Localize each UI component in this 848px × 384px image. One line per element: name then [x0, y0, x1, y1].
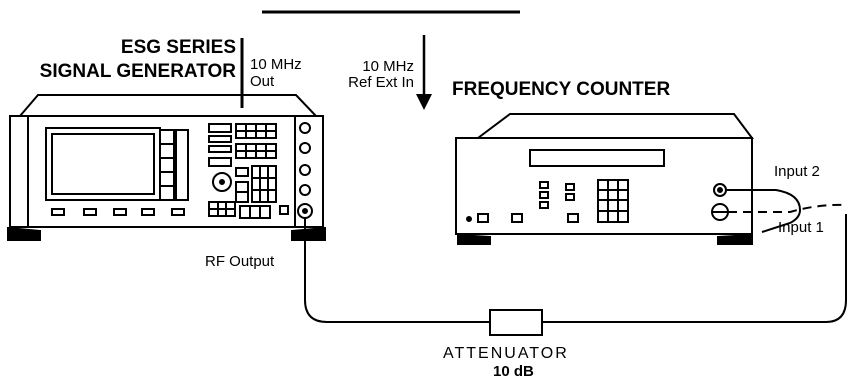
power-indicator: [466, 216, 472, 222]
ref-ext-in-arrow: [416, 94, 432, 110]
generator-side-knobs: [299, 122, 311, 196]
generator-title-line1: ESG SERIES: [120, 37, 236, 58]
generator-title-line2: SIGNAL GENERATOR: [39, 61, 236, 82]
counter-power-key: [477, 213, 489, 223]
frequency-counter: [416, 35, 754, 245]
input1-label: Input 1: [778, 219, 824, 236]
test-setup-diagram: ESG SERIES SIGNAL GENERATOR 10 MHz Out 1…: [0, 0, 848, 384]
input1-dashed-cable: [728, 203, 847, 213]
counter-keys-left: [539, 181, 549, 209]
rf-output-label: RF Output: [205, 253, 275, 270]
generator-display-inner: [51, 133, 155, 195]
attenuator-value: 10 dB: [493, 363, 534, 380]
counter-keys-center: [565, 183, 575, 201]
counter-display: [529, 149, 665, 167]
ten-mhz-out-label-line1: 10 MHz: [250, 56, 302, 73]
generator-display: [45, 127, 161, 201]
generator-right-foot: [291, 227, 326, 241]
counter-title: FREQUENCY COUNTER: [452, 79, 671, 100]
input2-label: Input 2: [774, 163, 820, 180]
generator-left-handle: [9, 115, 29, 228]
generator-bottom-keys: [51, 208, 185, 216]
ref-ext-in-label-line2: Ref Ext In: [348, 74, 414, 91]
attenuator-box: [489, 309, 543, 336]
counter-right-foot: [717, 234, 753, 245]
generator-softkey-column-2: [175, 129, 189, 201]
generator-left-foot: [7, 227, 41, 241]
generator-keypad: [208, 123, 289, 219]
attenuator-label: ATTENUATOR: [443, 345, 569, 362]
ref-ext-in-label-line1: 10 MHz: [362, 58, 414, 75]
counter-keypad: [597, 179, 629, 223]
counter-left-foot: [457, 234, 491, 245]
generator-top-panel: [17, 94, 319, 117]
ten-mhz-out-label-line2: Out: [250, 73, 275, 90]
counter-front-panel: [455, 137, 753, 235]
counter-top-panel: [475, 113, 754, 139]
generator-softkey-column: [159, 129, 175, 201]
